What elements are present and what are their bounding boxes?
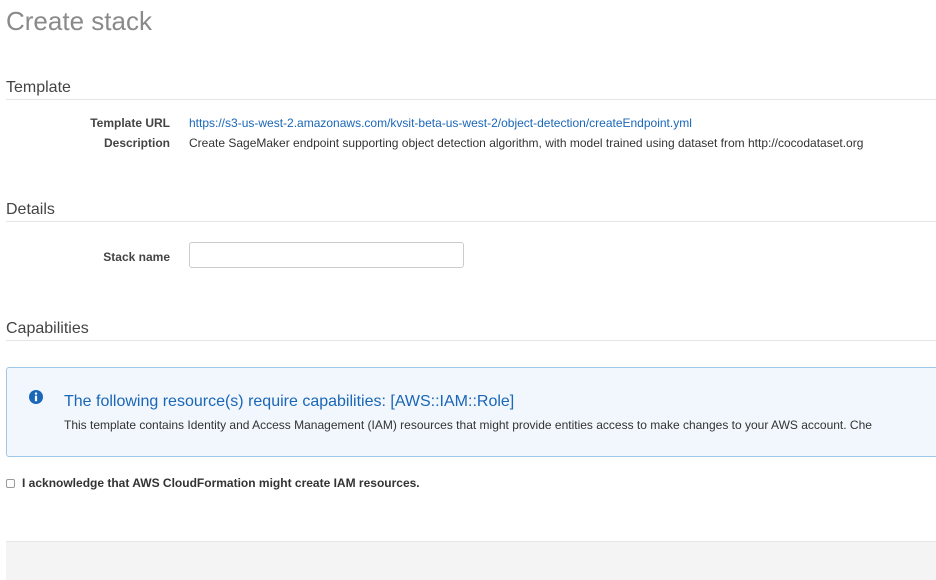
footer-bar	[6, 541, 936, 580]
capabilities-section-heading: Capabilities	[6, 320, 89, 337]
create-stack-page: Create stack Template Template URL https…	[0, 0, 936, 580]
page-title: Create stack	[6, 6, 152, 36]
template-url-link[interactable]: https://s3-us-west-2.amazonaws.com/kvsit…	[189, 115, 692, 131]
template-url-label: Template URL	[90, 116, 170, 130]
capabilities-section-divider	[6, 340, 936, 341]
template-section-divider	[6, 99, 936, 100]
info-alert-text: This template contains Identity and Acce…	[64, 418, 872, 432]
description-value: Create SageMaker endpoint supporting obj…	[189, 136, 864, 150]
acknowledge-iam-label[interactable]: I acknowledge that AWS CloudFormation mi…	[22, 475, 420, 491]
stack-name-input[interactable]	[189, 242, 464, 268]
info-alert-title: The following resource(s) require capabi…	[64, 393, 515, 410]
details-section-heading: Details	[6, 201, 55, 218]
acknowledge-iam-checkbox[interactable]	[6, 478, 15, 488]
acknowledge-iam-row: I acknowledge that AWS CloudFormation mi…	[6, 475, 420, 491]
info-circle-icon	[29, 390, 43, 404]
details-section-divider	[6, 221, 936, 222]
template-section-heading: Template	[6, 79, 71, 96]
description-label: Description	[103, 136, 170, 150]
capabilities-info-alert: The following resource(s) require capabi…	[6, 367, 936, 457]
stack-name-label: Stack name	[103, 250, 170, 264]
